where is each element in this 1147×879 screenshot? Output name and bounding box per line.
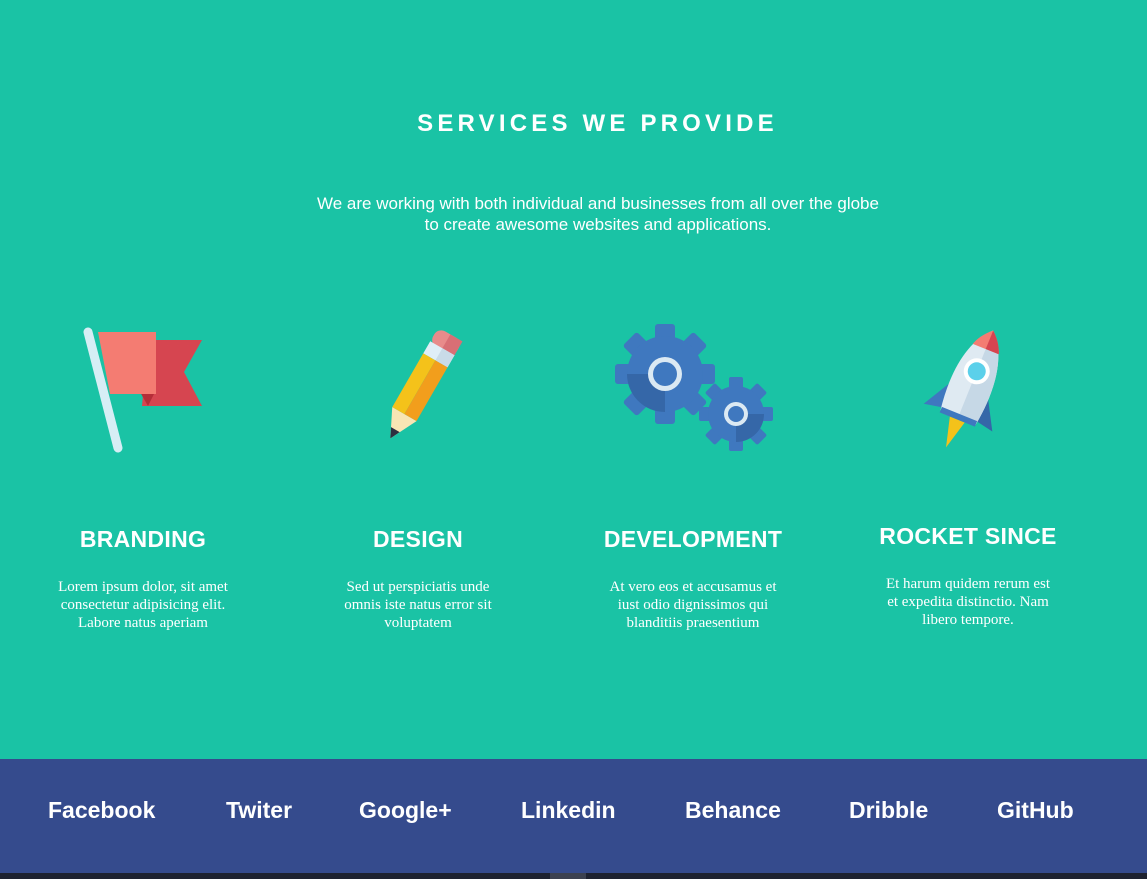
text-line: libero tempore. [922, 612, 1014, 628]
service-card-design: DESIGN Sed ut perspiciatis unde omnis is… [293, 320, 543, 640]
service-title-rocket: ROCKET SINCE [879, 523, 1057, 549]
social-link-linkedin[interactable]: Linkedin [521, 797, 616, 824]
section-title: SERVICES WE PROVIDE [417, 110, 778, 137]
gears-icon [615, 324, 773, 451]
service-card-development: DEVELOPMENT At vero eos et accusamus et … [568, 320, 818, 640]
section-subtitle: We are working with both individual and … [248, 193, 948, 235]
service-text-branding: Lorem ipsum dolor, sit amet consectetur … [43, 578, 243, 632]
text-line: blanditiis praesentium [626, 615, 760, 631]
service-title-development: DEVELOPMENT [603, 526, 783, 552]
social-footer: Facebook Twiter Google+ Linkedin Behance… [0, 759, 1147, 873]
social-link-google-plus[interactable]: Google+ [359, 797, 452, 824]
social-link-facebook[interactable]: Facebook [48, 797, 155, 824]
text-line: Lorem ipsum dolor, sit amet [58, 579, 228, 595]
text-line: iust odio dignissimos qui [617, 597, 769, 613]
subtitle-line-2: to create awesome websites and applicati… [424, 215, 772, 234]
text-line: Sed ut perspiciatis unde [346, 579, 490, 595]
pencil-icon [390, 330, 463, 439]
social-link-behance[interactable]: Behance [685, 797, 781, 824]
service-card-branding: BRANDING Lorem ipsum dolor, sit amet con… [18, 320, 268, 640]
text-line: et expedita distinctio. Nam [887, 594, 1049, 610]
social-link-github[interactable]: GitHub [997, 797, 1074, 824]
scrollbar-handle[interactable] [550, 873, 586, 879]
text-line: At vero eos et accusamus et [609, 579, 777, 595]
text-line: Labore natus aperiam [78, 615, 208, 631]
service-card-rocket: ROCKET SINCE Et harum quidem rerum est e… [843, 320, 1093, 640]
text-line: omnis iste natus error sit [344, 597, 492, 613]
services-section: SERVICES WE PROVIDE We are working with … [0, 0, 1147, 759]
service-text-rocket: Et harum quidem rerum est et expedita di… [868, 575, 1068, 629]
service-text-development: At vero eos et accusamus et iust odio di… [593, 578, 793, 632]
flag-icon [83, 327, 202, 453]
service-title-branding: BRANDING [79, 526, 207, 552]
text-line: Et harum quidem rerum est [885, 576, 1051, 592]
service-title-design: DESIGN [373, 526, 463, 552]
rocket-icon [923, 330, 999, 448]
text-line: voluptatem [384, 615, 452, 631]
service-text-design: Sed ut perspiciatis unde omnis iste natu… [318, 578, 518, 632]
social-link-dribbble[interactable]: Dribble [849, 797, 928, 824]
text-line: consectetur adipisicing elit. [60, 597, 226, 613]
subtitle-line-1: We are working with both individual and … [317, 194, 879, 213]
social-link-twitter[interactable]: Twiter [226, 797, 292, 824]
